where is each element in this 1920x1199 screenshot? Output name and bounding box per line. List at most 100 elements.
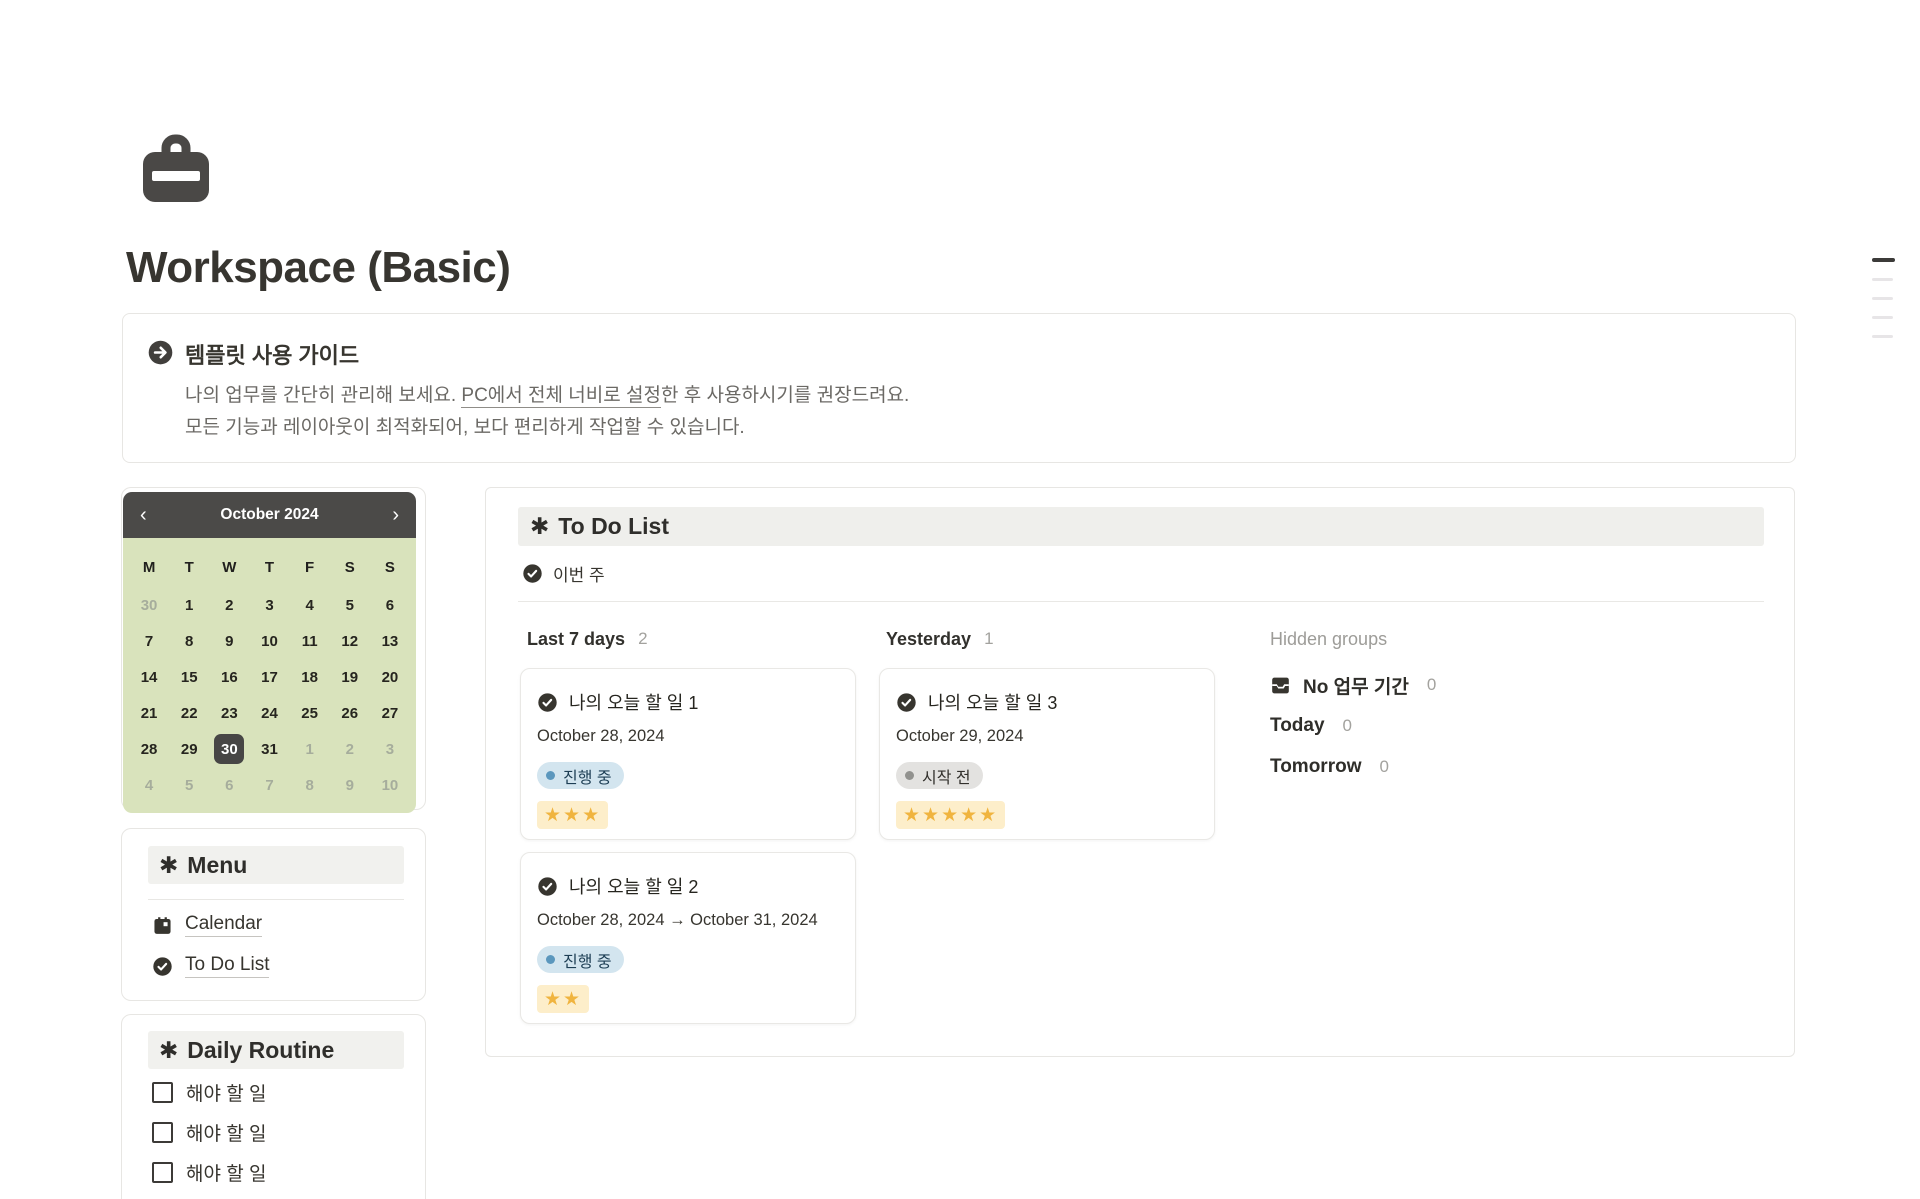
calendar-day-number: 25 bbox=[301, 705, 318, 722]
toc-line[interactable] bbox=[1872, 316, 1893, 319]
hidden-groups-label: Hidden groups bbox=[1266, 624, 1686, 654]
calendar-day-number: 6 bbox=[225, 777, 233, 794]
calendar-day[interactable]: 6 bbox=[370, 587, 410, 623]
calendar-day[interactable]: 2 bbox=[209, 587, 249, 623]
calendar-widget: ‹ October 2024 › MTWTFSS3012345678910111… bbox=[121, 487, 426, 810]
menu-heading-banner: ✱ Menu bbox=[148, 846, 404, 884]
calendar-day[interactable]: 6 bbox=[209, 767, 249, 803]
column-count: 1 bbox=[984, 629, 993, 649]
calendar-day[interactable]: 20 bbox=[370, 659, 410, 695]
status-label: 진행 중 bbox=[563, 948, 612, 972]
calendar-day[interactable]: 17 bbox=[249, 659, 289, 695]
calendar-day[interactable]: 8 bbox=[169, 623, 209, 659]
checkbox[interactable] bbox=[152, 1162, 173, 1183]
hidden-group-label: Today bbox=[1270, 715, 1325, 737]
calendar-next-button[interactable]: › bbox=[392, 505, 399, 525]
divider bbox=[518, 601, 1764, 602]
calendar-day[interactable]: 9 bbox=[330, 767, 370, 803]
calendar-day[interactable]: 29 bbox=[169, 731, 209, 767]
calendar-day[interactable]: 2 bbox=[330, 731, 370, 767]
menu-items: Calendar To Do List bbox=[152, 911, 269, 993]
calendar-day[interactable]: 19 bbox=[330, 659, 370, 695]
calendar-day[interactable]: 11 bbox=[290, 623, 330, 659]
calendar-day[interactable]: 25 bbox=[290, 695, 330, 731]
calendar-day[interactable]: 8 bbox=[290, 767, 330, 803]
calendar-day-number: 28 bbox=[141, 741, 158, 758]
calendar-header: ‹ October 2024 › bbox=[123, 492, 416, 538]
task-card-title-row: 나의 오늘 할 일 3 bbox=[896, 669, 1198, 714]
view-tab-this-week[interactable]: 이번 주 bbox=[522, 560, 605, 586]
toc-line[interactable] bbox=[1872, 335, 1893, 338]
calendar-day[interactable]: 7 bbox=[249, 767, 289, 803]
calendar-day[interactable]: 1 bbox=[290, 731, 330, 767]
column-header[interactable]: Last 7 days2 bbox=[520, 624, 856, 654]
calendar-day[interactable]: 9 bbox=[209, 623, 249, 659]
calendar-day[interactable]: 14 bbox=[129, 659, 169, 695]
calendar-day[interactable]: 30 bbox=[129, 587, 169, 623]
toc-line[interactable] bbox=[1872, 258, 1895, 262]
arrow-right-circle-icon bbox=[147, 339, 174, 366]
menu-item-calendar[interactable]: Calendar bbox=[152, 911, 269, 939]
hidden-group-no-업무-기간[interactable]: No 업무 기간0 bbox=[1266, 671, 1686, 699]
column-header[interactable]: Yesterday1 bbox=[879, 624, 1215, 654]
calendar-day-number: 31 bbox=[261, 741, 278, 758]
task-card[interactable]: 나의 오늘 할 일 1October 28, 2024진행 중★★★ bbox=[520, 668, 856, 840]
calendar-day[interactable]: 21 bbox=[129, 695, 169, 731]
calendar-day[interactable]: 12 bbox=[330, 623, 370, 659]
calendar-day[interactable]: 22 bbox=[169, 695, 209, 731]
task-title: 나의 오늘 할 일 1 bbox=[569, 689, 698, 715]
calendar-day-number: 23 bbox=[221, 705, 238, 722]
calendar-day[interactable]: 10 bbox=[370, 767, 410, 803]
calendar-day[interactable]: 24 bbox=[249, 695, 289, 731]
task-card[interactable]: 나의 오늘 할 일 2October 28, 2024 → October 31… bbox=[520, 852, 856, 1024]
calendar-day[interactable]: 4 bbox=[290, 587, 330, 623]
daily-routine-item: 해야 할 일 bbox=[152, 1159, 266, 1185]
check-circle-icon bbox=[152, 956, 173, 977]
calendar-day[interactable]: 23 bbox=[209, 695, 249, 731]
calendar-day-number: 7 bbox=[145, 633, 153, 650]
calendar-day[interactable]: 13 bbox=[370, 623, 410, 659]
calendar-day[interactable]: 26 bbox=[330, 695, 370, 731]
calendar-day-number: 10 bbox=[261, 633, 278, 650]
calendar-day-number: 6 bbox=[386, 597, 394, 614]
calendar-day[interactable]: 10 bbox=[249, 623, 289, 659]
briefcase-icon[interactable] bbox=[138, 132, 214, 206]
calendar-day[interactable]: 3 bbox=[370, 731, 410, 767]
checkbox[interactable] bbox=[152, 1122, 173, 1143]
daily-routine-items: 해야 할 일해야 할 일해야 할 일 bbox=[152, 1079, 266, 1199]
status-badge: 시작 전 bbox=[896, 762, 983, 789]
calendar-day[interactable]: 1 bbox=[169, 587, 209, 623]
calendar-selected-day: 30 bbox=[214, 734, 244, 764]
calendar-day[interactable]: 3 bbox=[249, 587, 289, 623]
hidden-group-tomorrow[interactable]: Tomorrow0 bbox=[1266, 753, 1686, 781]
calendar-day-number: 9 bbox=[225, 633, 233, 650]
calendar-day[interactable]: 16 bbox=[209, 659, 249, 695]
calendar-day[interactable]: 31 bbox=[249, 731, 289, 767]
callout-text: 나의 업무를 간단히 관리해 보세요. bbox=[185, 385, 461, 406]
calendar-day[interactable]: 5 bbox=[169, 767, 209, 803]
checkbox[interactable] bbox=[152, 1082, 173, 1103]
check-circle-icon bbox=[537, 692, 558, 713]
calendar-day[interactable]: 4 bbox=[129, 767, 169, 803]
star-rating: ★★★★★ bbox=[896, 801, 1005, 829]
daily-routine-heading-banner: ✱ Daily Routine bbox=[148, 1031, 404, 1069]
calendar-day-number: 29 bbox=[181, 741, 198, 758]
calendar-day[interactable]: 7 bbox=[129, 623, 169, 659]
calendar-day-header: M bbox=[129, 547, 169, 587]
board-columns: Last 7 days2 나의 오늘 할 일 1October 28, 2024진… bbox=[486, 624, 1794, 1058]
toc-line[interactable] bbox=[1872, 297, 1893, 300]
hidden-group-today[interactable]: Today0 bbox=[1266, 712, 1686, 740]
task-date: October 29, 2024 bbox=[896, 727, 1198, 749]
calendar-day[interactable]: 15 bbox=[169, 659, 209, 695]
calendar-prev-button[interactable]: ‹ bbox=[140, 505, 147, 525]
calendar-day[interactable]: 27 bbox=[370, 695, 410, 731]
toc-line[interactable] bbox=[1872, 278, 1893, 281]
calendar-day[interactable]: 28 bbox=[129, 731, 169, 767]
hidden-group-label: Tomorrow bbox=[1270, 756, 1361, 778]
calendar-day[interactable]: 30 bbox=[209, 731, 249, 767]
callout-text-line2: 모든 기능과 레이아웃이 최적화되어, 보다 편리하게 작업할 수 있습니다. bbox=[185, 412, 909, 444]
calendar-day[interactable]: 18 bbox=[290, 659, 330, 695]
task-card[interactable]: 나의 오늘 할 일 3 October 29, 2024 시작 전 ★★★★★ bbox=[879, 668, 1215, 840]
menu-item-to-do-list[interactable]: To Do List bbox=[152, 952, 269, 980]
calendar-day[interactable]: 5 bbox=[330, 587, 370, 623]
